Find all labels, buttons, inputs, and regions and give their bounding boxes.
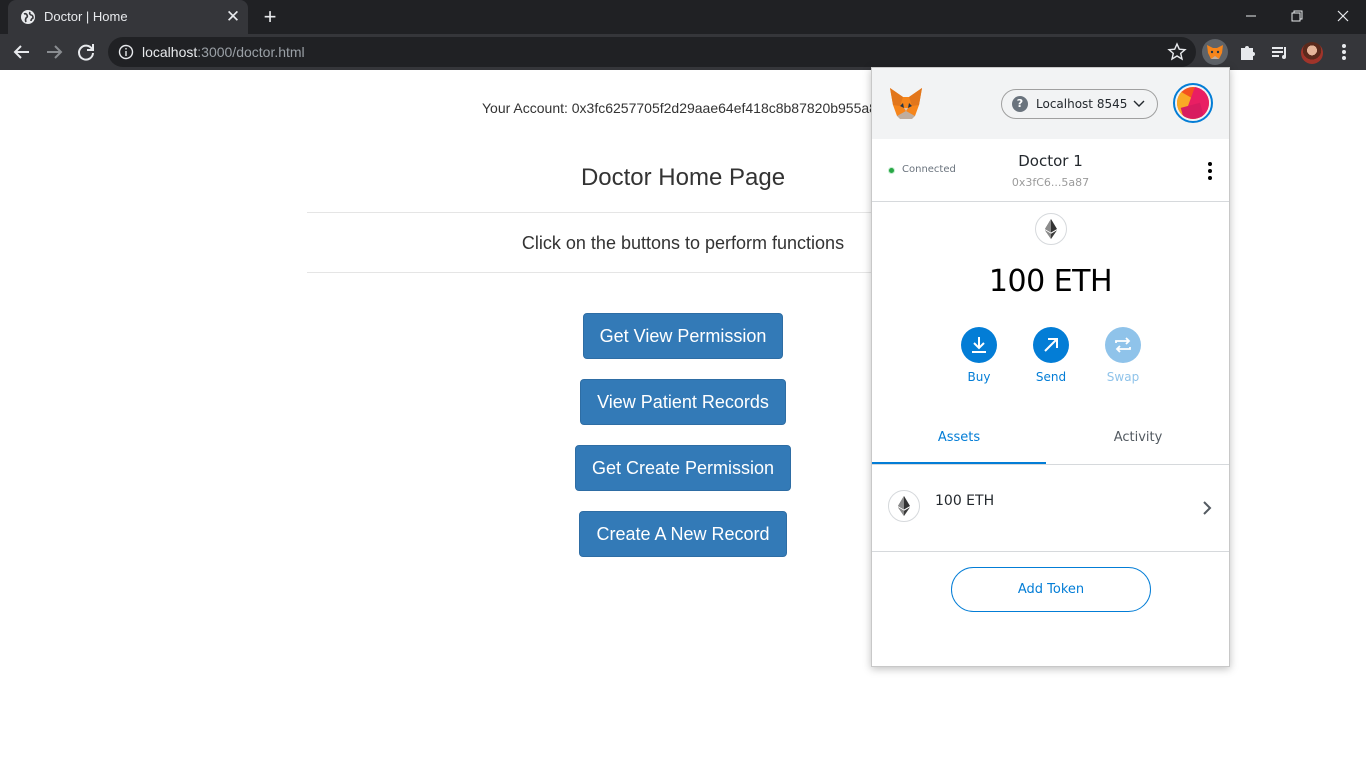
- swap-icon: [1115, 337, 1131, 353]
- back-arrow-icon: [13, 45, 29, 59]
- account-address[interactable]: 0x3fC6...5a87: [872, 176, 1229, 189]
- view-patient-records-button[interactable]: View Patient Records: [580, 379, 786, 425]
- restore-icon: [1291, 10, 1303, 22]
- arrow-up-right-icon: [1044, 338, 1058, 352]
- buy-circle: [961, 327, 997, 363]
- get-create-permission-button[interactable]: Get Create Permission: [575, 445, 791, 491]
- account-address-text: Your Account: 0x3fc6257705f2d29aae64ef41…: [482, 100, 877, 116]
- send-circle: [1033, 327, 1069, 363]
- restore-window-button[interactable]: [1274, 0, 1320, 32]
- reload-button[interactable]: [74, 40, 98, 64]
- eth-logo-icon: [1035, 213, 1067, 245]
- metamask-extension-button[interactable]: [1202, 39, 1228, 65]
- metamask-fox-icon: [1207, 45, 1223, 59]
- metamask-fox-icon: [890, 88, 922, 119]
- forward-button[interactable]: [42, 40, 66, 64]
- eth-logo-icon: [888, 490, 920, 522]
- star-icon[interactable]: [1167, 42, 1187, 62]
- tab-assets[interactable]: Assets: [872, 418, 1046, 464]
- extensions-button[interactable]: [1235, 39, 1261, 65]
- puzzle-icon: [1241, 46, 1255, 60]
- url-host: localhost: [142, 44, 198, 60]
- reading-list-icon: [1272, 47, 1286, 59]
- chevron-right-icon: [1203, 501, 1212, 515]
- swap-circle: [1105, 327, 1141, 363]
- address-bar[interactable]: localhost:3000/doctor.html: [108, 37, 1196, 67]
- new-tab-plus-icon[interactable]: +: [258, 6, 282, 30]
- account-name[interactable]: Doctor 1: [872, 152, 1229, 170]
- send-label: Send: [1035, 370, 1067, 384]
- close-window-button[interactable]: [1320, 0, 1366, 32]
- account-section: Connected Doctor 1 0x3fC6...5a87: [872, 139, 1229, 202]
- network-selector[interactable]: ? Localhost 8545: [1001, 89, 1158, 119]
- metamask-tabs: Assets Activity: [872, 418, 1229, 465]
- asset-list-item[interactable]: 100 ETH: [872, 466, 1229, 552]
- swap-label: Swap: [1106, 370, 1140, 384]
- tab-title: Doctor | Home: [44, 9, 128, 24]
- metamask-header: ? Localhost 8545: [872, 68, 1229, 139]
- send-button[interactable]: Send: [1021, 327, 1081, 387]
- account-avatar[interactable]: [1173, 83, 1213, 123]
- kebab-menu-icon: [1342, 44, 1346, 60]
- buy-button[interactable]: Buy: [949, 327, 1009, 387]
- eth-balance: 100 ETH: [988, 264, 1113, 299]
- browser-tab-strip: Doctor | Home ✕ +: [0, 0, 1366, 34]
- url-text[interactable]: localhost:3000/doctor.html: [142, 44, 305, 60]
- url-path: :3000/doctor.html: [197, 44, 305, 60]
- asset-amount: 100 ETH: [935, 493, 995, 509]
- reload-icon: [78, 44, 94, 61]
- browser-toolbar: localhost:3000/doctor.html: [0, 34, 1366, 70]
- close-icon: [1337, 10, 1349, 22]
- account-options-kebab-icon[interactable]: [1206, 161, 1214, 181]
- browser-menu-button[interactable]: [1331, 39, 1357, 65]
- chevron-down-icon: [1133, 100, 1145, 107]
- forward-arrow-icon: [47, 45, 63, 59]
- minimize-window-button[interactable]: [1228, 0, 1274, 32]
- tab-close-icon[interactable]: ✕: [224, 8, 242, 26]
- tab-activity[interactable]: Activity: [1051, 418, 1225, 464]
- get-view-permission-button[interactable]: Get View Permission: [583, 313, 783, 359]
- profile-avatar[interactable]: [1301, 42, 1323, 64]
- minimize-icon: [1246, 15, 1256, 17]
- swap-button[interactable]: Swap: [1093, 327, 1153, 387]
- browser-tab[interactable]: Doctor | Home ✕: [8, 0, 248, 34]
- buy-label: Buy: [967, 370, 991, 384]
- create-new-record-button[interactable]: Create A New Record: [579, 511, 787, 557]
- download-icon: [972, 337, 986, 353]
- add-token-button[interactable]: Add Token: [951, 567, 1151, 612]
- metamask-popup: ? Localhost 8545 Connected Doctor 1 0x3f…: [871, 67, 1230, 667]
- reading-list-button[interactable]: [1267, 39, 1293, 65]
- globe-icon: [21, 10, 35, 24]
- question-icon: ?: [1012, 96, 1028, 112]
- info-icon[interactable]: [118, 44, 134, 60]
- back-button[interactable]: [10, 40, 34, 64]
- network-name: Localhost 8545: [1036, 97, 1128, 111]
- identicon: [1177, 87, 1209, 119]
